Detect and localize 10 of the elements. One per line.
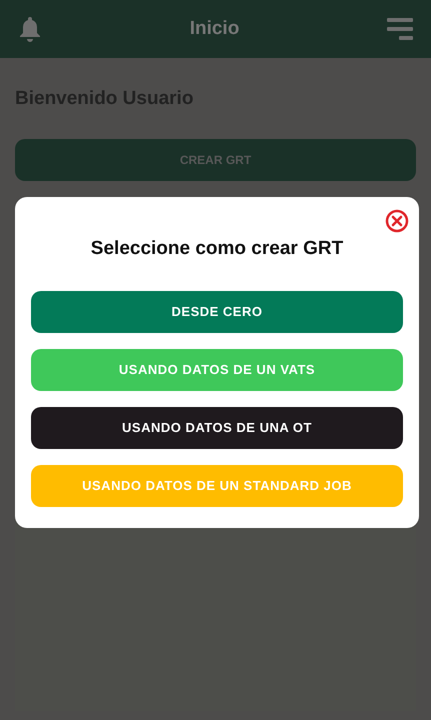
bell-icon[interactable] [18,16,42,42]
screen-title: Inicio [190,16,240,41]
close-icon[interactable] [385,209,409,233]
dialog-title: Seleccione como crear GRT [90,237,344,261]
option-button[interactable]: USANDO DATOS DE UN STANDARD JOB [31,464,403,506]
option-button[interactable]: DESDE CERO [31,290,403,332]
create-button[interactable]: CREAR GRT [15,138,416,180]
menu-icon[interactable] [387,17,413,41]
option-button[interactable]: USANDO DATOS DE UN VATS [31,348,403,390]
option-button[interactable]: USANDO DATOS DE UNA OT [31,406,403,448]
